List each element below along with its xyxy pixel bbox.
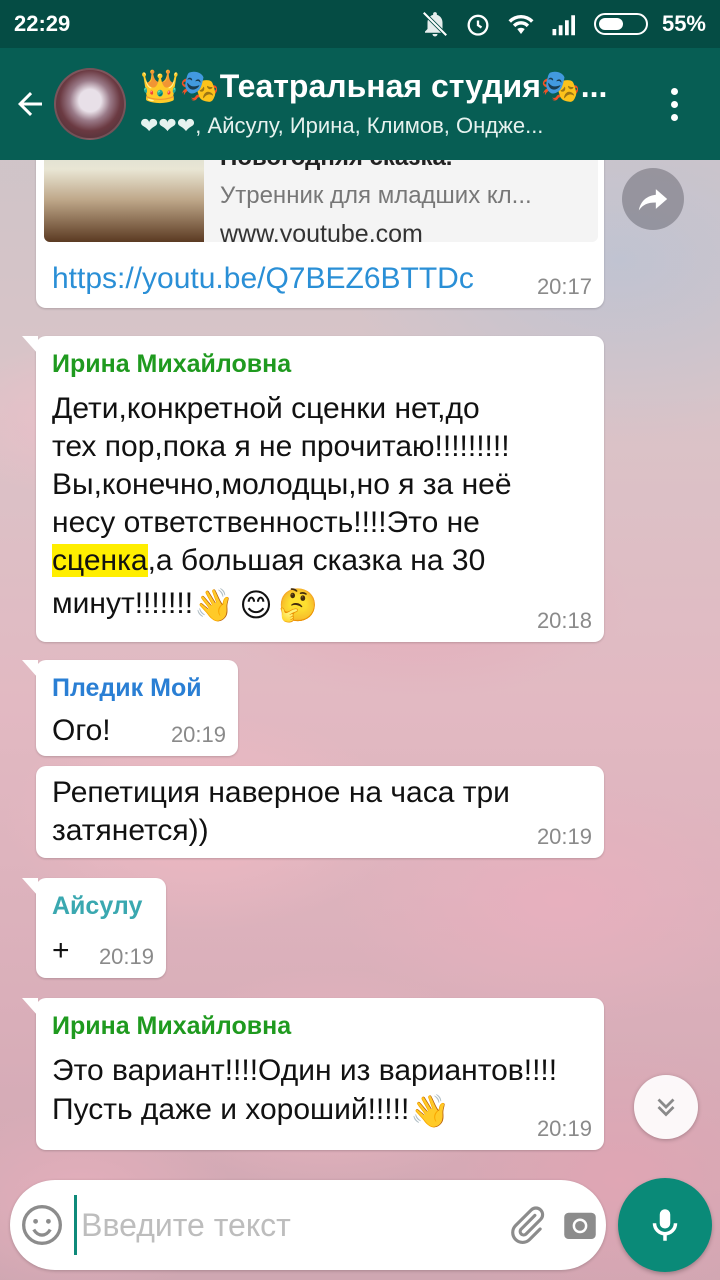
- wifi-icon: [508, 14, 534, 34]
- emoji-button[interactable]: [10, 1180, 74, 1270]
- preview-thumbnail: [44, 160, 204, 242]
- message-time: 20:19: [98, 944, 154, 969]
- overflow-menu-button[interactable]: [654, 84, 694, 124]
- compose-bar: [10, 1180, 606, 1270]
- camera-button[interactable]: [554, 1180, 606, 1270]
- forward-icon: [638, 189, 668, 211]
- message-bubble[interactable]: Ирина Михайловна Дети,конкретной сценки …: [22, 336, 604, 642]
- battery-icon: [593, 13, 648, 35]
- mute-notifications-icon: [422, 11, 448, 37]
- message-bubble[interactable]: Айсулу + 20:19: [22, 878, 166, 978]
- scroll-to-bottom-button[interactable]: [634, 1075, 698, 1139]
- battery-percent: 55%: [661, 11, 706, 36]
- thinking-emoji: 🤔: [278, 587, 318, 623]
- message-time: 20:19: [536, 1116, 592, 1141]
- alarm-icon: [467, 14, 489, 36]
- link-preview[interactable]: Новогодняя сказка. Утренник для младших …: [44, 160, 598, 242]
- status-icons: 55%: [420, 9, 706, 39]
- group-info[interactable]: 👑🎭Театральная студия🎭... ❤❤❤, Айсулу, Ир…: [140, 66, 640, 142]
- message-bubble[interactable]: Новогодняя сказка. Утренник для младших …: [36, 160, 604, 308]
- forward-button[interactable]: [622, 168, 684, 230]
- message-text: +: [52, 934, 70, 967]
- double-chevron-down-icon: [657, 1098, 675, 1117]
- paperclip-icon: [511, 1206, 545, 1244]
- smiley-icon: [22, 1205, 63, 1245]
- message-text: Дети,конкретной сценки нет,до тех пор,по…: [52, 390, 592, 626]
- message-text: Это вариант!!!!Один из вариантов!!!! Пус…: [52, 1052, 600, 1132]
- message-sender: Пледик Мой: [52, 674, 202, 702]
- preview-domain: www.youtube.com: [220, 220, 423, 242]
- message-time: 20:19: [536, 824, 592, 849]
- message-time: 20:19: [170, 722, 226, 747]
- preview-title: Новогодняя сказка.: [220, 160, 532, 170]
- group-members: ❤❤❤, Айсулу, Ирина, Климов, Ондже...: [140, 113, 544, 138]
- message-sender: Ирина Михайловна: [52, 350, 292, 378]
- preview-description: Утренник для младших кл...: [220, 182, 532, 209]
- back-arrow-icon: [18, 92, 42, 116]
- message-text: Репетиция наверное на часа три затянется…: [52, 776, 510, 847]
- message-link[interactable]: https://youtu.be/Q7BEZ6BTTDc: [52, 262, 474, 296]
- group-title: 👑🎭Театральная студия🎭...: [140, 68, 608, 104]
- chat-header: 👑🎭Театральная студия🎭... ❤❤❤, Айсулу, Ир…: [0, 48, 720, 160]
- group-avatar[interactable]: [54, 68, 126, 140]
- signal-icon: [552, 15, 575, 36]
- message-sender: Ирина Михайловна: [52, 1012, 292, 1040]
- wave-emoji: 👋: [410, 1093, 451, 1129]
- message-bubble[interactable]: Пледик Мой Ого! 20:19: [22, 660, 238, 756]
- message-input[interactable]: [74, 1195, 502, 1255]
- status-bar: 22:29 55%: [0, 0, 720, 48]
- camera-icon: [564, 1212, 596, 1239]
- message-text: Ого!: [52, 714, 111, 747]
- smile-emoji: 😊: [239, 587, 273, 623]
- status-time: 22:29: [14, 11, 71, 36]
- search-highlight: сценка: [52, 544, 148, 577]
- message-list[interactable]: Новогодняя сказка. Утренник для младших …: [0, 160, 720, 1170]
- voice-record-button[interactable]: [618, 1178, 712, 1272]
- message-bubble[interactable]: Репетиция наверное на часа три затянется…: [36, 766, 604, 858]
- message-time: 20:18: [536, 608, 592, 633]
- microphone-icon: [652, 1209, 678, 1241]
- wave-emoji: 👋: [194, 587, 234, 623]
- attach-button[interactable]: [501, 1180, 553, 1270]
- message-bubble[interactable]: Ирина Михайловна Это вариант!!!!Один из …: [22, 998, 604, 1150]
- message-sender: Айсулу: [52, 892, 143, 920]
- back-button[interactable]: [0, 48, 60, 160]
- message-time: 20:17: [536, 274, 592, 299]
